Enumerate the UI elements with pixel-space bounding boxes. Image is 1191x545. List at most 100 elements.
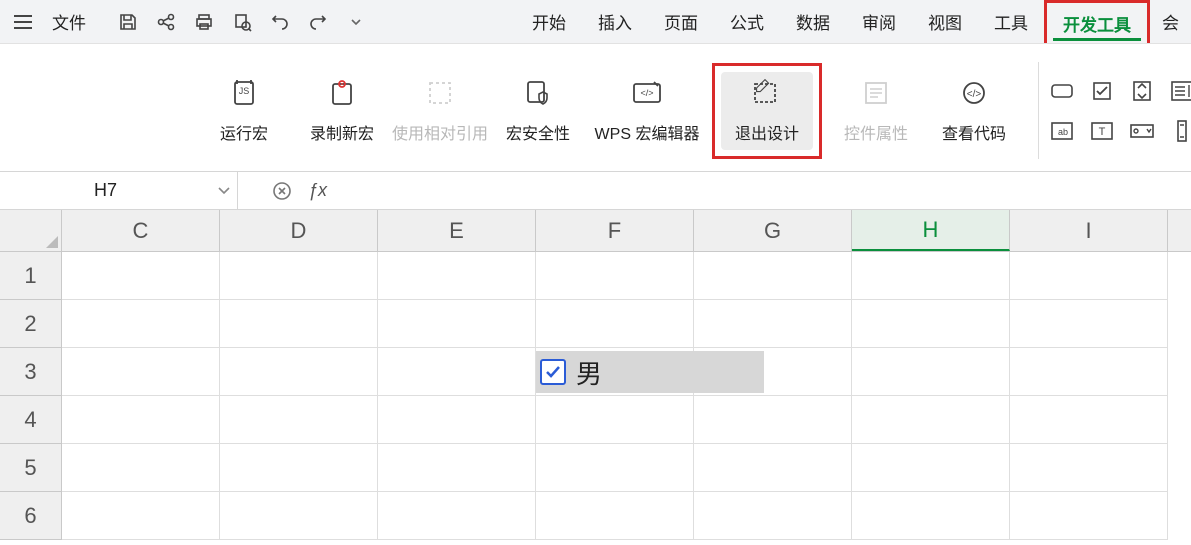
fx-label[interactable]: ƒx [308, 180, 327, 201]
col-header-e[interactable]: E [378, 210, 536, 251]
cells-area[interactable]: 男 [62, 252, 1168, 540]
formula-input-area[interactable]: ƒx [238, 180, 327, 201]
tab-partial[interactable]: 会 [1150, 0, 1183, 43]
relative-ref-label: 使用相对引用 [392, 120, 488, 144]
col-header-d[interactable]: D [220, 210, 378, 251]
run-macro-label: 运行宏 [220, 120, 268, 144]
listbox-control-icon[interactable] [1169, 78, 1191, 104]
undo-icon [270, 12, 290, 32]
checkbox-box[interactable] [540, 359, 566, 385]
macro-security-button[interactable]: 宏安全性 [494, 72, 582, 150]
row-header-4[interactable]: 4 [0, 396, 62, 444]
row-header-5[interactable]: 5 [0, 444, 62, 492]
save-button[interactable] [118, 12, 138, 32]
scrollbar-control-icon[interactable] [1169, 118, 1191, 144]
wps-macro-editor-label: WPS 宏编辑器 [595, 120, 700, 144]
svg-text:</>: </> [640, 88, 653, 98]
exit-design-icon [750, 76, 784, 110]
menu-bar: 文件 开始 插入 页面 公式 数据 审阅 视图 工具 开发工具 会 [0, 0, 1191, 44]
row-header-2[interactable]: 2 [0, 300, 62, 348]
exit-design-label: 退出设计 [735, 120, 799, 144]
control-props-label: 控件属性 [844, 120, 908, 144]
select-all-corner[interactable] [0, 210, 62, 251]
button-control-icon[interactable] [1049, 78, 1075, 104]
cancel-icon[interactable] [272, 181, 292, 201]
col-header-h[interactable]: H [852, 210, 1010, 251]
print-preview-button[interactable] [232, 12, 252, 32]
tab-tools[interactable]: 工具 [978, 0, 1044, 43]
col-header-c[interactable]: C [62, 210, 220, 251]
label-control-icon[interactable]: ab [1049, 118, 1075, 144]
tab-insert[interactable]: 插入 [582, 0, 648, 43]
exit-design-button[interactable]: 退出设计 [721, 72, 813, 150]
ribbon-group-macros: JS 运行宏 录制新宏 使用相对引用 宏安全性 </> WPS 宏编辑器 退出设… [0, 50, 1049, 171]
control-props-icon [859, 76, 893, 110]
share-button[interactable] [156, 12, 176, 32]
row-header-3[interactable]: 3 [0, 348, 62, 396]
macro-security-icon [521, 76, 555, 110]
record-macro-icon [325, 76, 359, 110]
view-code-button[interactable]: </> 查看代码 [930, 72, 1018, 150]
tab-view[interactable]: 视图 [912, 0, 978, 43]
svg-text:T: T [1099, 126, 1106, 138]
row-header-6[interactable]: 6 [0, 492, 62, 540]
exit-design-highlight: 退出设计 [712, 63, 822, 159]
column-headers: C D E F G H I [0, 210, 1191, 252]
quick-access-toolbar [118, 12, 366, 32]
cell-reference: H7 [0, 180, 211, 201]
redo-icon [308, 12, 328, 32]
print-button[interactable] [194, 12, 214, 32]
chevron-down-icon [218, 187, 230, 195]
undo-button[interactable] [270, 12, 290, 32]
textbox-control-icon[interactable]: T [1089, 118, 1115, 144]
svg-text:ab: ab [1058, 127, 1068, 137]
app-menu-button[interactable] [8, 11, 38, 33]
wps-macro-editor-icon: </> [630, 76, 664, 110]
wps-macro-editor-button[interactable]: </> WPS 宏编辑器 [592, 72, 702, 150]
spreadsheet-grid: C D E F G H I 1 2 3 4 5 6 [0, 210, 1191, 540]
tab-formula[interactable]: 公式 [714, 0, 780, 43]
chevron-down-icon [351, 19, 361, 25]
spinner-control-icon[interactable] [1129, 78, 1155, 104]
checkbox-label: 男 [576, 354, 602, 391]
ribbon-separator [1038, 62, 1039, 159]
col-header-f[interactable]: F [536, 210, 694, 251]
run-macro-button[interactable]: JS 运行宏 [200, 72, 288, 150]
redo-dropdown[interactable] [346, 12, 366, 32]
name-box-dropdown[interactable] [211, 187, 237, 195]
view-code-icon: </> [957, 76, 991, 110]
menubar-left: 文件 [8, 5, 366, 38]
print-icon [194, 12, 214, 32]
record-macro-button[interactable]: 录制新宏 [298, 72, 386, 150]
tab-home[interactable]: 开始 [516, 0, 582, 43]
check-icon [544, 363, 562, 381]
col-header-i[interactable]: I [1010, 210, 1168, 251]
formula-bar: H7 ƒx [0, 172, 1191, 210]
record-macro-label: 录制新宏 [310, 120, 374, 144]
svg-text:</>: </> [967, 89, 982, 100]
sheet-checkbox-control[interactable]: 男 [536, 351, 764, 393]
col-header-g[interactable]: G [694, 210, 852, 251]
tab-review[interactable]: 审阅 [846, 0, 912, 43]
control-props-button: 控件属性 [832, 72, 920, 150]
share-icon [156, 12, 176, 32]
combobox-control-icon[interactable] [1129, 118, 1155, 144]
relative-ref-icon [423, 76, 457, 110]
checkbox-control-icon[interactable] [1089, 78, 1115, 104]
ribbon-tabs: 开始 插入 页面 公式 数据 审阅 视图 工具 开发工具 会 [516, 0, 1183, 43]
redo-button[interactable] [308, 12, 328, 32]
save-icon [118, 12, 138, 32]
ribbon-controls-group: ab T [1049, 50, 1191, 171]
run-macro-icon: JS [227, 76, 261, 110]
file-menu[interactable]: 文件 [42, 5, 96, 38]
macro-security-label: 宏安全性 [506, 120, 570, 144]
ribbon: JS 运行宏 录制新宏 使用相对引用 宏安全性 </> WPS 宏编辑器 退出设… [0, 44, 1191, 172]
row-header-1[interactable]: 1 [0, 252, 62, 300]
name-box[interactable]: H7 [0, 172, 238, 209]
view-code-label: 查看代码 [942, 120, 1006, 144]
corner-triangle-icon [46, 236, 58, 248]
tab-developer[interactable]: 开发工具 [1044, 0, 1150, 43]
tab-data[interactable]: 数据 [780, 0, 846, 43]
print-preview-icon [232, 12, 252, 32]
tab-page[interactable]: 页面 [648, 0, 714, 43]
